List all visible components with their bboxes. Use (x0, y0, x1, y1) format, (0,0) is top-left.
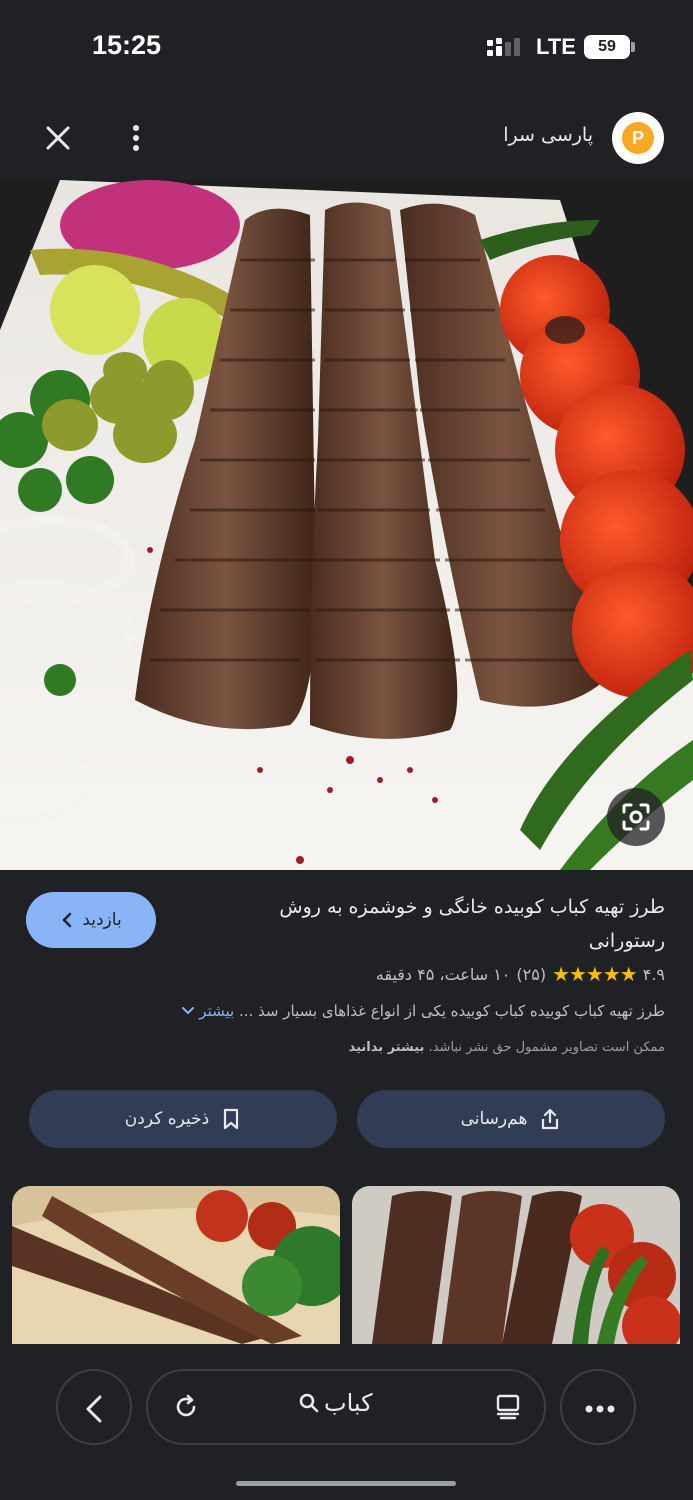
learn-more-link[interactable]: بیشتر بدانید (349, 1040, 425, 1055)
rating-stars: ★★★★★ (552, 962, 638, 986)
site-name[interactable]: پارسی سرا (503, 124, 593, 146)
share-icon (542, 1108, 559, 1130)
lens-search-button[interactable] (607, 788, 665, 846)
review-count: (۲۵) (516, 964, 547, 984)
status-time: 15:25 (92, 30, 162, 60)
reload-icon[interactable] (170, 1391, 202, 1423)
search-icon (299, 1393, 319, 1413)
chevron-left-icon (86, 1395, 102, 1423)
share-button[interactable]: هم‌رسانی (357, 1090, 665, 1148)
site-logo[interactable]: P (612, 112, 664, 164)
kebab-skewer-thumbnail (352, 1186, 680, 1344)
bottom-toolbar: کباب (0, 1345, 693, 1500)
related-image-2[interactable] (352, 1186, 680, 1344)
chevron-left-icon (62, 912, 72, 928)
battery-icon: 59 (584, 35, 630, 59)
rating-value: ۴.۹ (642, 964, 665, 984)
tabs-icon[interactable] (492, 1391, 524, 1423)
back-button[interactable] (56, 1369, 132, 1445)
more-horiz-icon (585, 1405, 615, 1413)
copyright-text: ممکن است تصاویر مشمول حق نشر نباشد. (428, 1040, 665, 1055)
search-query-text: کباب (324, 1389, 373, 1417)
description-text: طرز تهیه کباب کوبیده کباب کوبیده یکی از … (238, 1002, 665, 1020)
visit-button[interactable]: بازدید (26, 892, 156, 948)
more-options-button[interactable] (560, 1369, 636, 1445)
search-pill[interactable]: کباب (146, 1369, 546, 1445)
status-bar: 15:25 LTE 59 (0, 0, 693, 100)
result-description: طرز تهیه کباب کوبیده کباب کوبیده یکی از … (25, 1002, 665, 1020)
chevron-down-icon (181, 1007, 194, 1015)
more-label: بیشتر (199, 1002, 235, 1020)
more-vert-icon[interactable] (124, 120, 148, 156)
more-link[interactable]: بیشتر (181, 1002, 235, 1020)
site-logo-letter: P (622, 122, 654, 154)
close-icon[interactable] (40, 120, 76, 156)
related-image-1[interactable] (12, 1186, 340, 1344)
result-title[interactable]: طرز تهیه کباب کوبیده خانگی و خوشمزه به ر… (205, 890, 665, 958)
signal-icon (487, 38, 520, 56)
copyright-notice: ممکن است تصاویر مشمول حق نشر نباشد. بیشت… (349, 1040, 665, 1055)
kebab-bread-thumbnail (12, 1186, 340, 1344)
visit-label: بازدید (82, 910, 122, 930)
bookmark-icon (224, 1108, 239, 1130)
lens-icon (622, 803, 650, 831)
kebab-plate-illustration (0, 180, 693, 870)
result-info-panel: بازدید طرز تهیه کباب کوبیده خانگی و خوشم… (0, 870, 693, 1345)
save-button[interactable]: ذخیره کردن (29, 1090, 337, 1148)
save-label: ذخیره کردن (124, 1109, 210, 1129)
home-indicator[interactable] (236, 1481, 456, 1486)
search-query-chip[interactable]: کباب (298, 1389, 373, 1417)
cook-duration: ۱۰ ساعت، ۴۵ دقیقه (375, 964, 511, 984)
battery-tip (631, 42, 635, 52)
rating-row: ۴.۹ ★★★★★ (۲۵) ۱۰ ساعت، ۴۵ دقیقه (376, 962, 665, 986)
main-image[interactable] (0, 180, 693, 870)
network-type: LTE (536, 34, 576, 59)
share-label: هم‌رسانی (460, 1109, 528, 1129)
lens-header: پارسی سرا P (0, 100, 693, 180)
